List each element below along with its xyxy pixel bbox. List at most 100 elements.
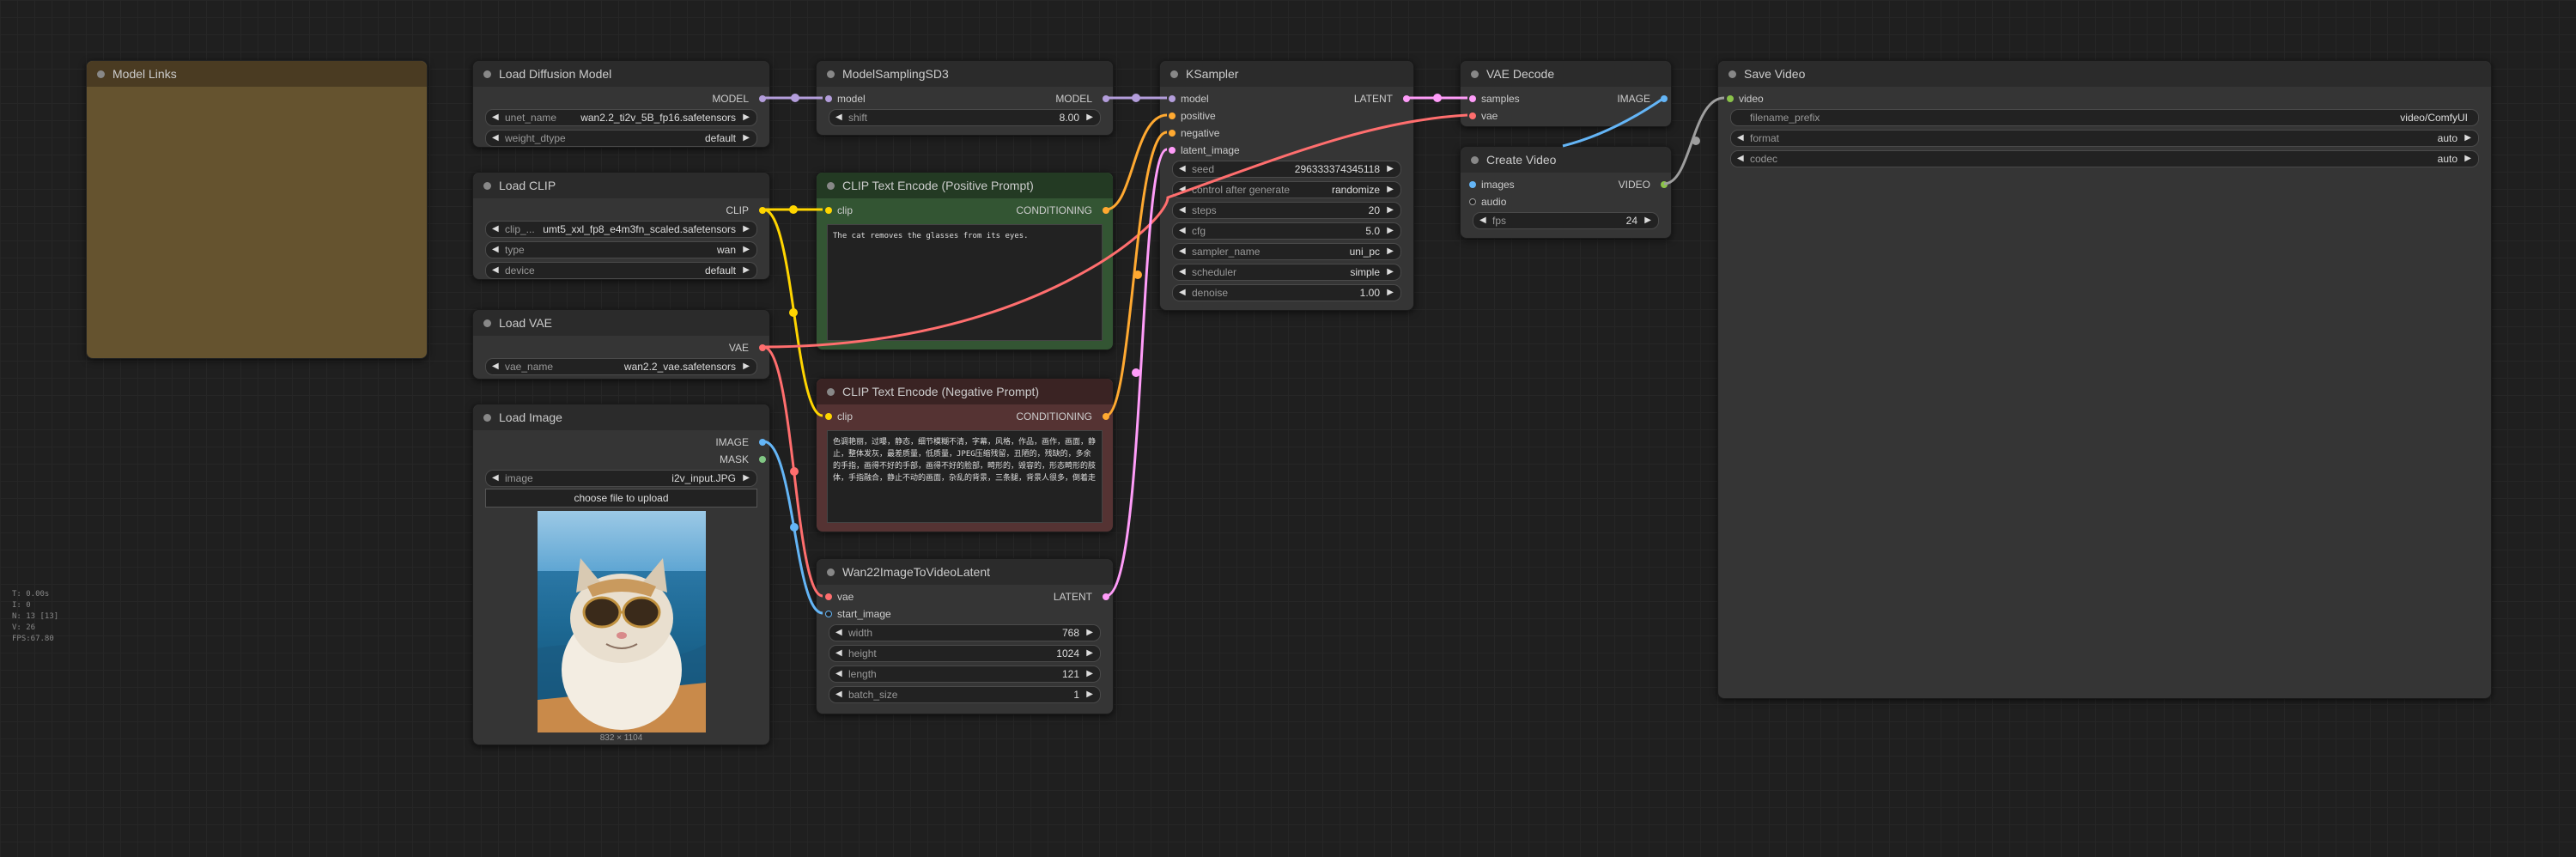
collapse-dot-icon[interactable]	[483, 70, 491, 78]
upload-button[interactable]: choose file to upload	[485, 489, 757, 508]
format-combo[interactable]: ◀ format auto ▶	[1730, 130, 2479, 147]
arrow-left-icon[interactable]: ◀	[1179, 223, 1186, 239]
conditioning-slot-icon[interactable]	[1169, 112, 1176, 119]
collapse-dot-icon[interactable]	[1471, 70, 1479, 78]
filename-prefix-text[interactable]: filename_prefix video/ComfyUI	[1730, 109, 2479, 126]
collapse-dot-icon[interactable]	[97, 70, 105, 78]
input-model[interactable]: model	[1167, 90, 1209, 107]
node-title[interactable]: Load Diffusion Model	[473, 61, 769, 87]
clip-text-encode-negative-node[interactable]: CLIP Text Encode (Negative Prompt) clip …	[816, 378, 1114, 532]
arrow-right-icon[interactable]: ▶	[743, 110, 750, 125]
collapse-dot-icon[interactable]	[483, 319, 491, 327]
codec-combo[interactable]: ◀ codec auto ▶	[1730, 150, 2479, 167]
output-image[interactable]: IMAGE	[1617, 90, 1668, 107]
create-video-node[interactable]: Create Video images audio VIDEO ◀ fps 24 ▶	[1460, 146, 1672, 239]
arrow-left-icon[interactable]: ◀	[1179, 182, 1186, 198]
arrow-right-icon[interactable]: ▶	[1086, 625, 1093, 641]
input-clip[interactable]: clip	[823, 408, 853, 425]
arrow-right-icon[interactable]: ▶	[743, 471, 750, 486]
image-slot-icon[interactable]	[759, 439, 766, 446]
image-slot-icon[interactable]	[825, 611, 832, 617]
node-title[interactable]: Wan22ImageToVideoLatent	[817, 559, 1113, 585]
arrow-left-icon[interactable]: ◀	[835, 687, 842, 702]
output-conditioning[interactable]: CONDITIONING	[1016, 408, 1109, 425]
model-slot-icon[interactable]	[1103, 95, 1109, 102]
image-slot-icon[interactable]	[1661, 95, 1668, 102]
batch-size-number[interactable]: ◀ batch_size 1 ▶	[829, 686, 1101, 703]
input-negative[interactable]: negative	[1167, 125, 1219, 142]
arrow-right-icon[interactable]: ▶	[743, 222, 750, 237]
collapse-dot-icon[interactable]	[1170, 70, 1178, 78]
model-links-node[interactable]: Model Links	[86, 60, 428, 359]
input-video[interactable]: video	[1725, 90, 1764, 107]
clip-slot-icon[interactable]	[825, 413, 832, 420]
arrow-left-icon[interactable]: ◀	[1179, 203, 1186, 218]
output-video[interactable]: VIDEO	[1619, 176, 1668, 193]
length-number[interactable]: ◀ length 121 ▶	[829, 666, 1101, 683]
device-combo[interactable]: ◀ device default ▶	[485, 262, 757, 279]
output-vae[interactable]: VAE	[729, 339, 766, 356]
scheduler-combo[interactable]: ◀ scheduler simple ▶	[1172, 264, 1401, 281]
arrow-left-icon[interactable]: ◀	[492, 110, 499, 125]
input-latent-image[interactable]: latent_image	[1167, 142, 1240, 159]
arrow-right-icon[interactable]: ▶	[1387, 285, 1394, 301]
arrow-left-icon[interactable]: ◀	[835, 625, 842, 641]
node-title[interactable]: KSampler	[1160, 61, 1413, 87]
vae-name-combo[interactable]: ◀ vae_name wan2.2_vae.safetensors ▶	[485, 358, 757, 375]
model-slot-icon[interactable]	[825, 95, 832, 102]
node-title[interactable]: Model Links	[87, 61, 427, 87]
node-title[interactable]: Load VAE	[473, 310, 769, 336]
conditioning-slot-icon[interactable]	[1169, 130, 1176, 137]
arrow-right-icon[interactable]: ▶	[743, 263, 750, 278]
vae-decode-node[interactable]: VAE Decode samples vae IMAGE	[1460, 60, 1672, 127]
node-title[interactable]: CLIP Text Encode (Negative Prompt)	[817, 379, 1113, 404]
clip-slot-icon[interactable]	[759, 207, 766, 214]
type-combo[interactable]: ◀ type wan ▶	[485, 241, 757, 258]
fps-number[interactable]: ◀ fps 24 ▶	[1473, 212, 1659, 229]
load-clip-node[interactable]: Load CLIP CLIP ◀ clip_... umt5_xxl_fp8_e4m…	[472, 172, 770, 280]
output-mask[interactable]: MASK	[720, 451, 766, 468]
arrow-left-icon[interactable]: ◀	[1737, 131, 1744, 146]
input-model[interactable]: model	[823, 90, 866, 107]
clip-text-encode-positive-node[interactable]: CLIP Text Encode (Positive Prompt) clip …	[816, 172, 1114, 350]
denoise-number[interactable]: ◀ denoise 1.00 ▶	[1172, 284, 1401, 301]
collapse-dot-icon[interactable]	[483, 182, 491, 190]
input-samples[interactable]: samples	[1467, 90, 1520, 107]
input-start-image[interactable]: start_image	[823, 605, 891, 623]
output-latent[interactable]: LATENT	[1054, 588, 1109, 605]
collapse-dot-icon[interactable]	[483, 414, 491, 422]
arrow-left-icon[interactable]: ◀	[1479, 213, 1486, 228]
height-number[interactable]: ◀ height 1024 ▶	[829, 645, 1101, 662]
collapse-dot-icon[interactable]	[1471, 156, 1479, 164]
load-diffusion-model-node[interactable]: Load Diffusion Model MODEL ◀ unet_name wan…	[472, 60, 770, 148]
node-title[interactable]: ModelSamplingSD3	[817, 61, 1113, 87]
shift-number[interactable]: ◀ shift 8.00 ▶	[829, 109, 1101, 126]
arrow-right-icon[interactable]: ▶	[1387, 182, 1394, 198]
arrow-right-icon[interactable]: ▶	[1387, 203, 1394, 218]
negative-prompt-textarea[interactable]: 色调艳丽，过曝，静态，细节模糊不清，字幕，风格，作品，画作，画面，静止，整体发灰…	[827, 430, 1103, 523]
arrow-left-icon[interactable]: ◀	[835, 110, 842, 125]
model-sampling-node[interactable]: ModelSamplingSD3 model MODEL ◀ shift 8.00 ▶	[816, 60, 1114, 136]
arrow-right-icon[interactable]: ▶	[1644, 213, 1651, 228]
arrow-left-icon[interactable]: ◀	[835, 646, 842, 661]
output-model[interactable]: MODEL	[1055, 90, 1109, 107]
input-vae[interactable]: vae	[823, 588, 854, 605]
wan22-image-to-video-latent-node[interactable]: Wan22ImageToVideoLatent vae start_image …	[816, 558, 1114, 714]
collapse-dot-icon[interactable]	[1728, 70, 1736, 78]
control-after-generate-combo[interactable]: ◀ control after generate randomize ▶	[1172, 181, 1401, 198]
arrow-right-icon[interactable]: ▶	[2464, 131, 2471, 146]
image-combo[interactable]: ◀ image i2v_input.JPG ▶	[485, 470, 757, 487]
mask-slot-icon[interactable]	[759, 456, 766, 463]
conditioning-slot-icon[interactable]	[1103, 413, 1109, 420]
video-slot-icon[interactable]	[1727, 95, 1734, 102]
seed-number[interactable]: ◀ seed 296333374345118 ▶	[1172, 161, 1401, 178]
conditioning-slot-icon[interactable]	[1103, 207, 1109, 214]
cfg-number[interactable]: ◀ cfg 5.0 ▶	[1172, 222, 1401, 240]
arrow-left-icon[interactable]: ◀	[1179, 264, 1186, 280]
vae-slot-icon[interactable]	[759, 344, 766, 351]
input-images[interactable]: images	[1467, 176, 1515, 193]
arrow-left-icon[interactable]: ◀	[492, 471, 499, 486]
arrow-left-icon[interactable]: ◀	[492, 131, 499, 146]
width-number[interactable]: ◀ width 768 ▶	[829, 624, 1101, 641]
input-positive[interactable]: positive	[1167, 107, 1216, 125]
